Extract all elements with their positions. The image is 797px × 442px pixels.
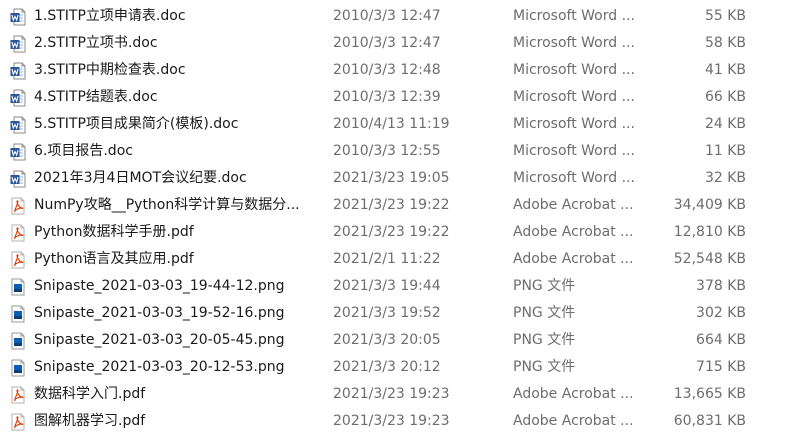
file-size: 41 KB: [704, 62, 746, 78]
file-name: 4.STITP结题表.doc: [34, 89, 158, 105]
file-name: 数据科学入门.pdf: [34, 386, 146, 402]
file-row[interactable]: 4.STITP结题表.doc 2010/3/3 12:39 Microsoft Wo…: [0, 84, 797, 111]
file-size: 302 KB: [696, 305, 746, 321]
file-name: 2.STITP立项书.doc: [34, 35, 158, 51]
file-type: PNG 文件: [513, 305, 576, 321]
file-size: 664 KB: [696, 332, 746, 348]
file-date-modified: 2021/3/3 19:44: [333, 278, 441, 294]
file-size: 66 KB: [704, 89, 746, 105]
file-date-modified: 2021/3/23 19:23: [333, 386, 450, 402]
file-size: 55 KB: [704, 8, 746, 24]
pdf-icon: [9, 381, 27, 408]
file-row[interactable]: NumPy攻略__Python科学计算与数据分... 2021/3/23 19:2…: [0, 192, 797, 219]
pdf-icon: [9, 192, 27, 219]
file-name: 图解机器学习.pdf: [34, 413, 146, 429]
file-type: Microsoft Word ...: [513, 143, 635, 159]
file-type: Adobe Acrobat ...: [513, 251, 634, 267]
word-doc-icon: [9, 30, 27, 57]
file-type: Microsoft Word ...: [513, 35, 635, 51]
word-doc-icon: [9, 165, 27, 192]
file-type: Microsoft Word ...: [513, 8, 635, 24]
file-size: 12,810 KB: [673, 224, 746, 240]
file-name: 3.STITP中期检查表.doc: [34, 62, 186, 78]
file-type: PNG 文件: [513, 278, 576, 294]
file-row[interactable]: 3.STITP中期检查表.doc 2010/3/3 12:48 Microsoft …: [0, 57, 797, 84]
file-type: Adobe Acrobat ...: [513, 413, 634, 429]
file-size: 34,409 KB: [673, 197, 746, 213]
file-row[interactable]: Snipaste_2021-03-03_20-05-45.png 2021/3/3…: [0, 327, 797, 354]
file-type: Microsoft Word ...: [513, 116, 635, 132]
file-type: Adobe Acrobat ...: [513, 224, 634, 240]
pdf-icon: [9, 408, 27, 435]
file-size: 60,831 KB: [673, 413, 746, 429]
file-name: Python语言及其应用.pdf: [34, 251, 194, 267]
pdf-icon: [9, 219, 27, 246]
word-doc-icon: [9, 111, 27, 138]
file-date-modified: 2010/3/3 12:55: [333, 143, 441, 159]
file-name: 6.项目报告.doc: [34, 143, 133, 159]
file-size: 378 KB: [696, 278, 746, 294]
png-image-icon: [9, 300, 27, 327]
file-name: 5.STITP项目成果简介(模板).doc: [34, 116, 239, 132]
file-row[interactable]: Snipaste_2021-03-03_19-44-12.png 2021/3/3…: [0, 273, 797, 300]
file-date-modified: 2010/3/3 12:47: [333, 35, 441, 51]
file-size: 11 KB: [704, 143, 746, 159]
file-name: Snipaste_2021-03-03_20-12-53.png: [34, 359, 285, 375]
file-date-modified: 2021/3/3 20:12: [333, 359, 441, 375]
file-date-modified: 2021/3/23 19:23: [333, 413, 450, 429]
file-name: Snipaste_2021-03-03_19-52-16.png: [34, 305, 285, 321]
file-row[interactable]: 2.STITP立项书.doc 2010/3/3 12:47 Microsoft Wo…: [0, 30, 797, 57]
file-size: 13,665 KB: [673, 386, 746, 402]
file-type: PNG 文件: [513, 332, 576, 348]
file-row[interactable]: Snipaste_2021-03-03_19-52-16.png 2021/3/3…: [0, 300, 797, 327]
word-doc-icon: [9, 84, 27, 111]
file-name: 1.STITP立项申请表.doc: [34, 8, 186, 24]
file-date-modified: 2021/3/3 20:05: [333, 332, 441, 348]
file-date-modified: 2021/3/23 19:22: [333, 197, 450, 213]
file-size: 715 KB: [696, 359, 746, 375]
file-row[interactable]: 6.项目报告.doc 2010/3/3 12:55 Microsoft Word .…: [0, 138, 797, 165]
file-row[interactable]: 2021年3月4日MOT会议纪要.doc 2021/3/23 19:05 Micro…: [0, 165, 797, 192]
file-size: 58 KB: [704, 35, 746, 51]
file-size: 32 KB: [704, 170, 746, 186]
file-date-modified: 2010/3/3 12:39: [333, 89, 441, 105]
file-row[interactable]: Snipaste_2021-03-03_20-12-53.png 2021/3/3…: [0, 354, 797, 381]
file-date-modified: 2021/3/23 19:05: [333, 170, 450, 186]
file-date-modified: 2021/2/1 11:22: [333, 251, 441, 267]
png-image-icon: [9, 354, 27, 381]
file-row[interactable]: 5.STITP项目成果简介(模板).doc 2010/4/13 11:19 Micr…: [0, 111, 797, 138]
file-name: 2021年3月4日MOT会议纪要.doc: [34, 170, 247, 186]
file-row[interactable]: 图解机器学习.pdf 2021/3/23 19:23 Adobe Acrobat .…: [0, 408, 797, 435]
file-size: 52,548 KB: [673, 251, 746, 267]
file-type: Microsoft Word ...: [513, 62, 635, 78]
file-size: 24 KB: [704, 116, 746, 132]
pdf-icon: [9, 246, 27, 273]
file-list: 1.STITP立项申请表.doc 2010/3/3 12:47 Microsoft …: [0, 0, 797, 442]
file-name: Snipaste_2021-03-03_20-05-45.png: [34, 332, 285, 348]
file-type: Adobe Acrobat ...: [513, 386, 634, 402]
file-date-modified: 2010/4/13 11:19: [333, 116, 450, 132]
file-type: PNG 文件: [513, 359, 576, 375]
png-image-icon: [9, 273, 27, 300]
word-doc-icon: [9, 3, 27, 30]
file-date-modified: 2021/3/3 19:52: [333, 305, 441, 321]
file-type: Microsoft Word ...: [513, 170, 635, 186]
file-date-modified: 2021/3/23 19:22: [333, 224, 450, 240]
png-image-icon: [9, 327, 27, 354]
word-doc-icon: [9, 138, 27, 165]
file-date-modified: 2010/3/3 12:48: [333, 62, 441, 78]
file-row[interactable]: 数据科学入门.pdf 2021/3/23 19:23 Adobe Acrobat .…: [0, 381, 797, 408]
file-name: NumPy攻略__Python科学计算与数据分...: [34, 197, 300, 213]
file-date-modified: 2010/3/3 12:47: [333, 8, 441, 24]
file-name: Python数据科学手册.pdf: [34, 224, 194, 240]
file-row[interactable]: 1.STITP立项申请表.doc 2010/3/3 12:47 Microsoft …: [0, 3, 797, 30]
word-doc-icon: [9, 57, 27, 84]
file-row[interactable]: Python数据科学手册.pdf 2021/3/23 19:22 Adobe Acr…: [0, 219, 797, 246]
file-type: Adobe Acrobat ...: [513, 197, 634, 213]
file-type: Microsoft Word ...: [513, 89, 635, 105]
file-name: Snipaste_2021-03-03_19-44-12.png: [34, 278, 285, 294]
file-row[interactable]: Python语言及其应用.pdf 2021/2/1 11:22 Adobe Acro…: [0, 246, 797, 273]
